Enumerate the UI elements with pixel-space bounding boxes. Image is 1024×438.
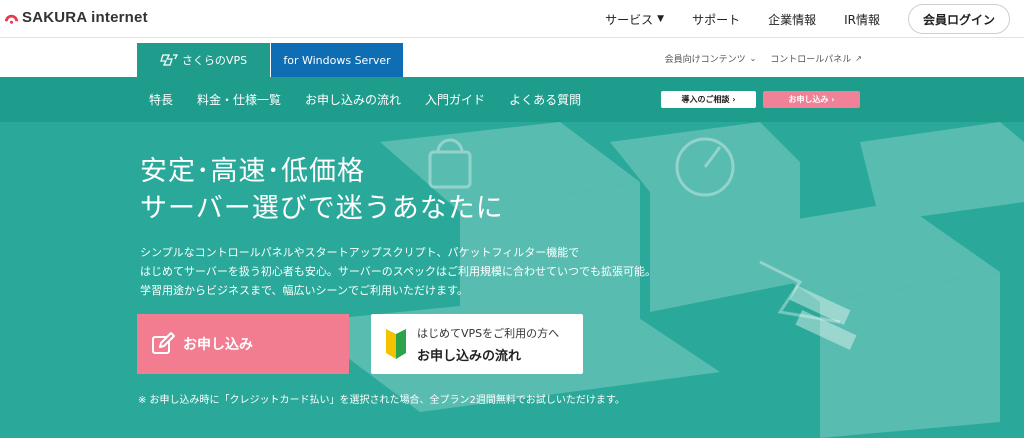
headline-line-1: 安定･高速･低価格 xyxy=(140,156,365,187)
guide-title: お申し込みの流れ xyxy=(417,348,522,364)
hero-headline: 安定･高速･低価格 サーバー選びで迷うあなたに xyxy=(140,153,504,227)
nav-services[interactable]: サービス ▼ xyxy=(605,11,664,28)
member-login-button[interactable]: 会員ログイン xyxy=(907,4,1010,34)
nav-company-label: 企業情報 xyxy=(768,12,817,27)
trial-note: ※ お申し込み時に「クレジットカード払い」を選択された場合、全プラン2週間無料で… xyxy=(138,395,625,406)
sakura-logo[interactable]: SAKURA internet xyxy=(4,9,148,26)
edit-icon xyxy=(152,332,175,354)
product-tab-row: さくらのVPS for Windows Server 会員向けコンテンツ ⌄ コ… xyxy=(0,39,1024,77)
consultation-button[interactable]: 導入のご相談 › xyxy=(661,91,756,108)
top-header: SAKURA internet サービス ▼ サポート 企業情報 IR情報 会員… xyxy=(0,0,1024,38)
main-menu-bar: 特長 料金・仕様一覧 お申し込みの流れ 入門ガイド よくある質問 xyxy=(0,77,1024,122)
members-content-label: 会員向けコンテンツ xyxy=(664,55,746,65)
lead-line-1: シンプルなコントロールパネルやスタートアップスクリプト、パケットフィルター機能で xyxy=(140,246,580,259)
tab-sakura-vps-label: さくらのVPS xyxy=(181,54,248,67)
nav-support-label: サポート xyxy=(692,12,741,27)
guide-texts: はじめてVPSをご利用の方へ お申し込みの流れ xyxy=(417,325,559,364)
nav-company[interactable]: 企業情報 xyxy=(768,11,816,28)
nav-services-label: サービス xyxy=(605,12,654,27)
guide-subtitle: はじめてVPSをご利用の方へ xyxy=(417,326,560,340)
beginner-guide-button[interactable]: はじめてVPSをご利用の方へ お申し込みの流れ xyxy=(371,314,583,374)
lead-line-2: はじめてサーバーを扱う初心者も安心。サーバーのスペックはご利用規模に合わせていつ… xyxy=(140,265,657,278)
beginner-mark-icon xyxy=(386,329,406,359)
apply-button-small[interactable]: お申し込み › xyxy=(763,91,860,108)
nav-support[interactable]: サポート xyxy=(692,11,740,28)
tab-sakura-vps[interactable]: さくらのVPS xyxy=(137,43,270,77)
control-panel-link[interactable]: コントロールパネル ↗ xyxy=(770,52,862,65)
lead-line-3: 学習用途からビジネスまで、幅広いシーンでご利用いただけます。 xyxy=(140,284,468,297)
nav-ir-label: IR情報 xyxy=(844,12,880,27)
sakura-logo-icon xyxy=(4,14,19,24)
menu-application-flow[interactable]: お申し込みの流れ xyxy=(305,91,401,108)
control-panel-label: コントロールパネル xyxy=(770,55,852,65)
hero-apply-button[interactable]: お申し込み xyxy=(137,314,349,374)
menu-features[interactable]: 特長 xyxy=(149,91,173,108)
chevron-down-icon: ⌄ xyxy=(749,54,757,63)
menu-faq[interactable]: よくある質問 xyxy=(509,91,581,108)
hero-lead: シンプルなコントロールパネルやスタートアップスクリプト、パケットフィルター機能で… xyxy=(140,243,656,300)
nav-ir[interactable]: IR情報 xyxy=(844,11,880,28)
members-content-link[interactable]: 会員向けコンテンツ ⌄ xyxy=(665,52,757,65)
sub-nav: 会員向けコンテンツ ⌄ コントロールパネル ↗ xyxy=(651,52,862,65)
tab-windows-server[interactable]: for Windows Server xyxy=(271,43,403,77)
external-link-icon: ↗ xyxy=(855,54,862,63)
main-menu: 特長 料金・仕様一覧 お申し込みの流れ 入門ガイド よくある質問 xyxy=(149,91,605,108)
vps-logo-icon xyxy=(160,54,178,66)
chevron-down-icon: ▼ xyxy=(657,14,665,24)
menu-beginner-guide[interactable]: 入門ガイド xyxy=(425,91,485,108)
logo-text: SAKURA internet xyxy=(22,9,148,26)
hero-apply-label: お申し込み xyxy=(183,337,253,353)
top-nav: サービス ▼ サポート 企業情報 IR情報 会員ログイン xyxy=(577,0,1024,38)
menu-pricing[interactable]: 料金・仕様一覧 xyxy=(197,91,281,108)
headline-line-2: サーバー選びで迷うあなたに xyxy=(140,193,504,224)
